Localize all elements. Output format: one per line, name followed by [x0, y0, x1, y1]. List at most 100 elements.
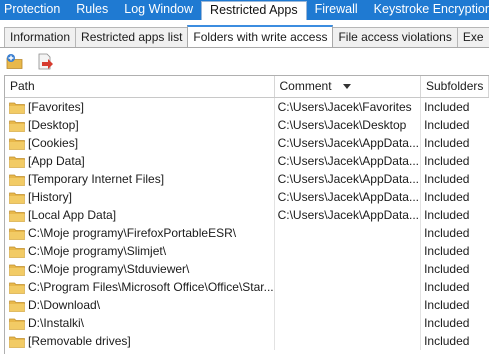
path-text: D:\Download\ — [28, 298, 101, 312]
subfolders-cell: Included — [424, 154, 470, 168]
table-row[interactable]: C:\Moje programy\FirefoxPortableESR\ Inc… — [5, 224, 489, 242]
subtab-file-access-violations[interactable]: File access violations — [332, 27, 458, 47]
path-text: [Temporary Internet Files] — [28, 172, 165, 186]
table-body: [Favorites] C:\Users\Jacek\Favorites Inc… — [5, 98, 489, 350]
tab-keystroke-encryption[interactable]: Keystroke Encryption — [366, 0, 489, 20]
path-text: [Removable drives] — [28, 334, 131, 348]
table-row[interactable]: [Removable drives] Included — [5, 332, 489, 350]
folders-table: Path Comment Subfolders [Favorites] C:\U… — [4, 75, 489, 354]
tab-firewall[interactable]: Firewall — [307, 0, 366, 20]
table-row[interactable]: [Local App Data] C:\Users\Jacek\AppData.… — [5, 206, 489, 224]
comment-cell: C:\Users\Jacek\AppData... — [275, 134, 422, 152]
subfolders-cell: Included — [424, 262, 470, 276]
folder-icon — [9, 264, 25, 276]
path-cell: D:\Instalki\ — [5, 314, 275, 332]
path-cell: [Local App Data] — [5, 206, 275, 224]
path-cell: C:\Moje programy\Stduviewer\ — [5, 260, 275, 278]
path-text: [Desktop] — [28, 118, 79, 132]
subfolders-cell: Included — [424, 244, 470, 258]
table-row[interactable]: [Favorites] C:\Users\Jacek\Favorites Inc… — [5, 98, 489, 116]
comment-cell: C:\Users\Jacek\Favorites — [275, 98, 422, 116]
table-row[interactable]: [History] C:\Users\Jacek\AppData... Incl… — [5, 188, 489, 206]
path-text: C:\Program Files\Microsoft Office\Office… — [28, 280, 274, 294]
comment-cell: C:\Users\Jacek\AppData... — [275, 188, 422, 206]
comment-cell — [275, 296, 422, 314]
comment-cell — [275, 278, 422, 296]
path-text: [Favorites] — [28, 100, 85, 114]
remove-folder-button[interactable] — [36, 53, 54, 71]
subfolders-cell: Included — [424, 316, 470, 330]
folder-icon — [9, 102, 25, 114]
tab-restricted-apps[interactable]: Restricted Apps — [201, 1, 307, 20]
subfolders-cell: Included — [424, 118, 470, 132]
folder-icon — [9, 318, 25, 330]
tab-protection[interactable]: Protection — [0, 0, 68, 20]
folder-icon — [9, 156, 25, 168]
path-cell: [Favorites] — [5, 98, 275, 116]
comment-cell: C:\Users\Jacek\AppData... — [275, 152, 422, 170]
path-cell: C:\Program Files\Microsoft Office\Office… — [5, 278, 275, 296]
sort-descending-icon — [342, 84, 351, 89]
table-row[interactable]: C:\Moje programy\Slimjet\ Included — [5, 242, 489, 260]
column-header-path[interactable]: Path — [5, 76, 275, 97]
folder-icon — [9, 120, 25, 132]
path-cell: [Temporary Internet Files] — [5, 170, 275, 188]
subfolders-cell: Included — [424, 280, 470, 294]
comment-cell: C:\Users\Jacek\AppData... — [275, 170, 422, 188]
subtab-restricted-apps-list[interactable]: Restricted apps list — [75, 27, 189, 47]
path-text: [History] — [28, 190, 73, 204]
column-header-subfolders[interactable]: Subfolders — [421, 76, 489, 97]
table-row[interactable]: D:\Instalki\ Included — [5, 314, 489, 332]
path-cell: [Cookies] — [5, 134, 275, 152]
path-cell: [History] — [5, 188, 275, 206]
path-cell: [Desktop] — [5, 116, 275, 134]
folder-icon — [9, 300, 25, 312]
column-header-comment[interactable]: Comment — [275, 76, 421, 97]
path-text: [Local App Data] — [28, 208, 117, 222]
add-folder-button[interactable] — [6, 53, 24, 71]
subtab-information[interactable]: Information — [4, 27, 77, 47]
folder-icon — [9, 210, 25, 222]
folder-icon — [9, 228, 25, 240]
add-folder-icon — [6, 54, 23, 69]
comment-cell — [275, 314, 422, 332]
path-text: C:\Moje programy\Stduviewer\ — [28, 262, 190, 276]
folder-icon — [9, 192, 25, 204]
subfolders-cell: Included — [424, 226, 470, 240]
comment-cell: C:\Users\Jacek\Desktop — [275, 116, 422, 134]
path-text: [App Data] — [28, 154, 85, 168]
tab-rules[interactable]: Rules — [68, 0, 116, 20]
path-text: [Cookies] — [28, 136, 79, 150]
table-row[interactable]: [Desktop] C:\Users\Jacek\Desktop Include… — [5, 116, 489, 134]
table-row[interactable]: C:\Program Files\Microsoft Office\Office… — [5, 278, 489, 296]
subfolders-cell: Included — [424, 100, 470, 114]
folder-icon — [9, 336, 25, 348]
tab-log-window[interactable]: Log Window — [116, 0, 201, 20]
subfolders-cell: Included — [424, 208, 470, 222]
subfolders-cell: Included — [424, 136, 470, 150]
comment-cell — [275, 224, 422, 242]
remove-folder-icon — [38, 53, 53, 70]
folder-icon — [9, 246, 25, 258]
subtab-folders-with-write-access[interactable]: Folders with write access — [187, 25, 334, 47]
sub-tabs: Information Restricted apps list Folders… — [0, 25, 489, 48]
table-row[interactable]: [Cookies] C:\Users\Jacek\AppData... Incl… — [5, 134, 489, 152]
table-row[interactable]: [Temporary Internet Files] C:\Users\Jace… — [5, 170, 489, 188]
table-row[interactable]: D:\Download\ Included — [5, 296, 489, 314]
subfolders-cell: Included — [424, 334, 470, 348]
table-header: Path Comment Subfolders — [5, 76, 489, 98]
folder-icon — [9, 174, 25, 186]
folder-icon — [9, 282, 25, 294]
path-text: D:\Instalki\ — [28, 316, 85, 330]
table-row[interactable]: [App Data] C:\Users\Jacek\AppData... Inc… — [5, 152, 489, 170]
subfolders-cell: Included — [424, 298, 470, 312]
path-text: C:\Moje programy\FirefoxPortableESR\ — [28, 226, 237, 240]
toolbar — [6, 53, 54, 71]
folder-icon — [9, 138, 25, 150]
table-row[interactable]: C:\Moje programy\Stduviewer\ Included — [5, 260, 489, 278]
comment-cell — [275, 260, 422, 278]
subfolders-cell: Included — [424, 172, 470, 186]
comment-cell — [275, 332, 422, 350]
subtab-exe[interactable]: Exe — [456, 27, 489, 47]
comment-cell — [275, 242, 422, 260]
